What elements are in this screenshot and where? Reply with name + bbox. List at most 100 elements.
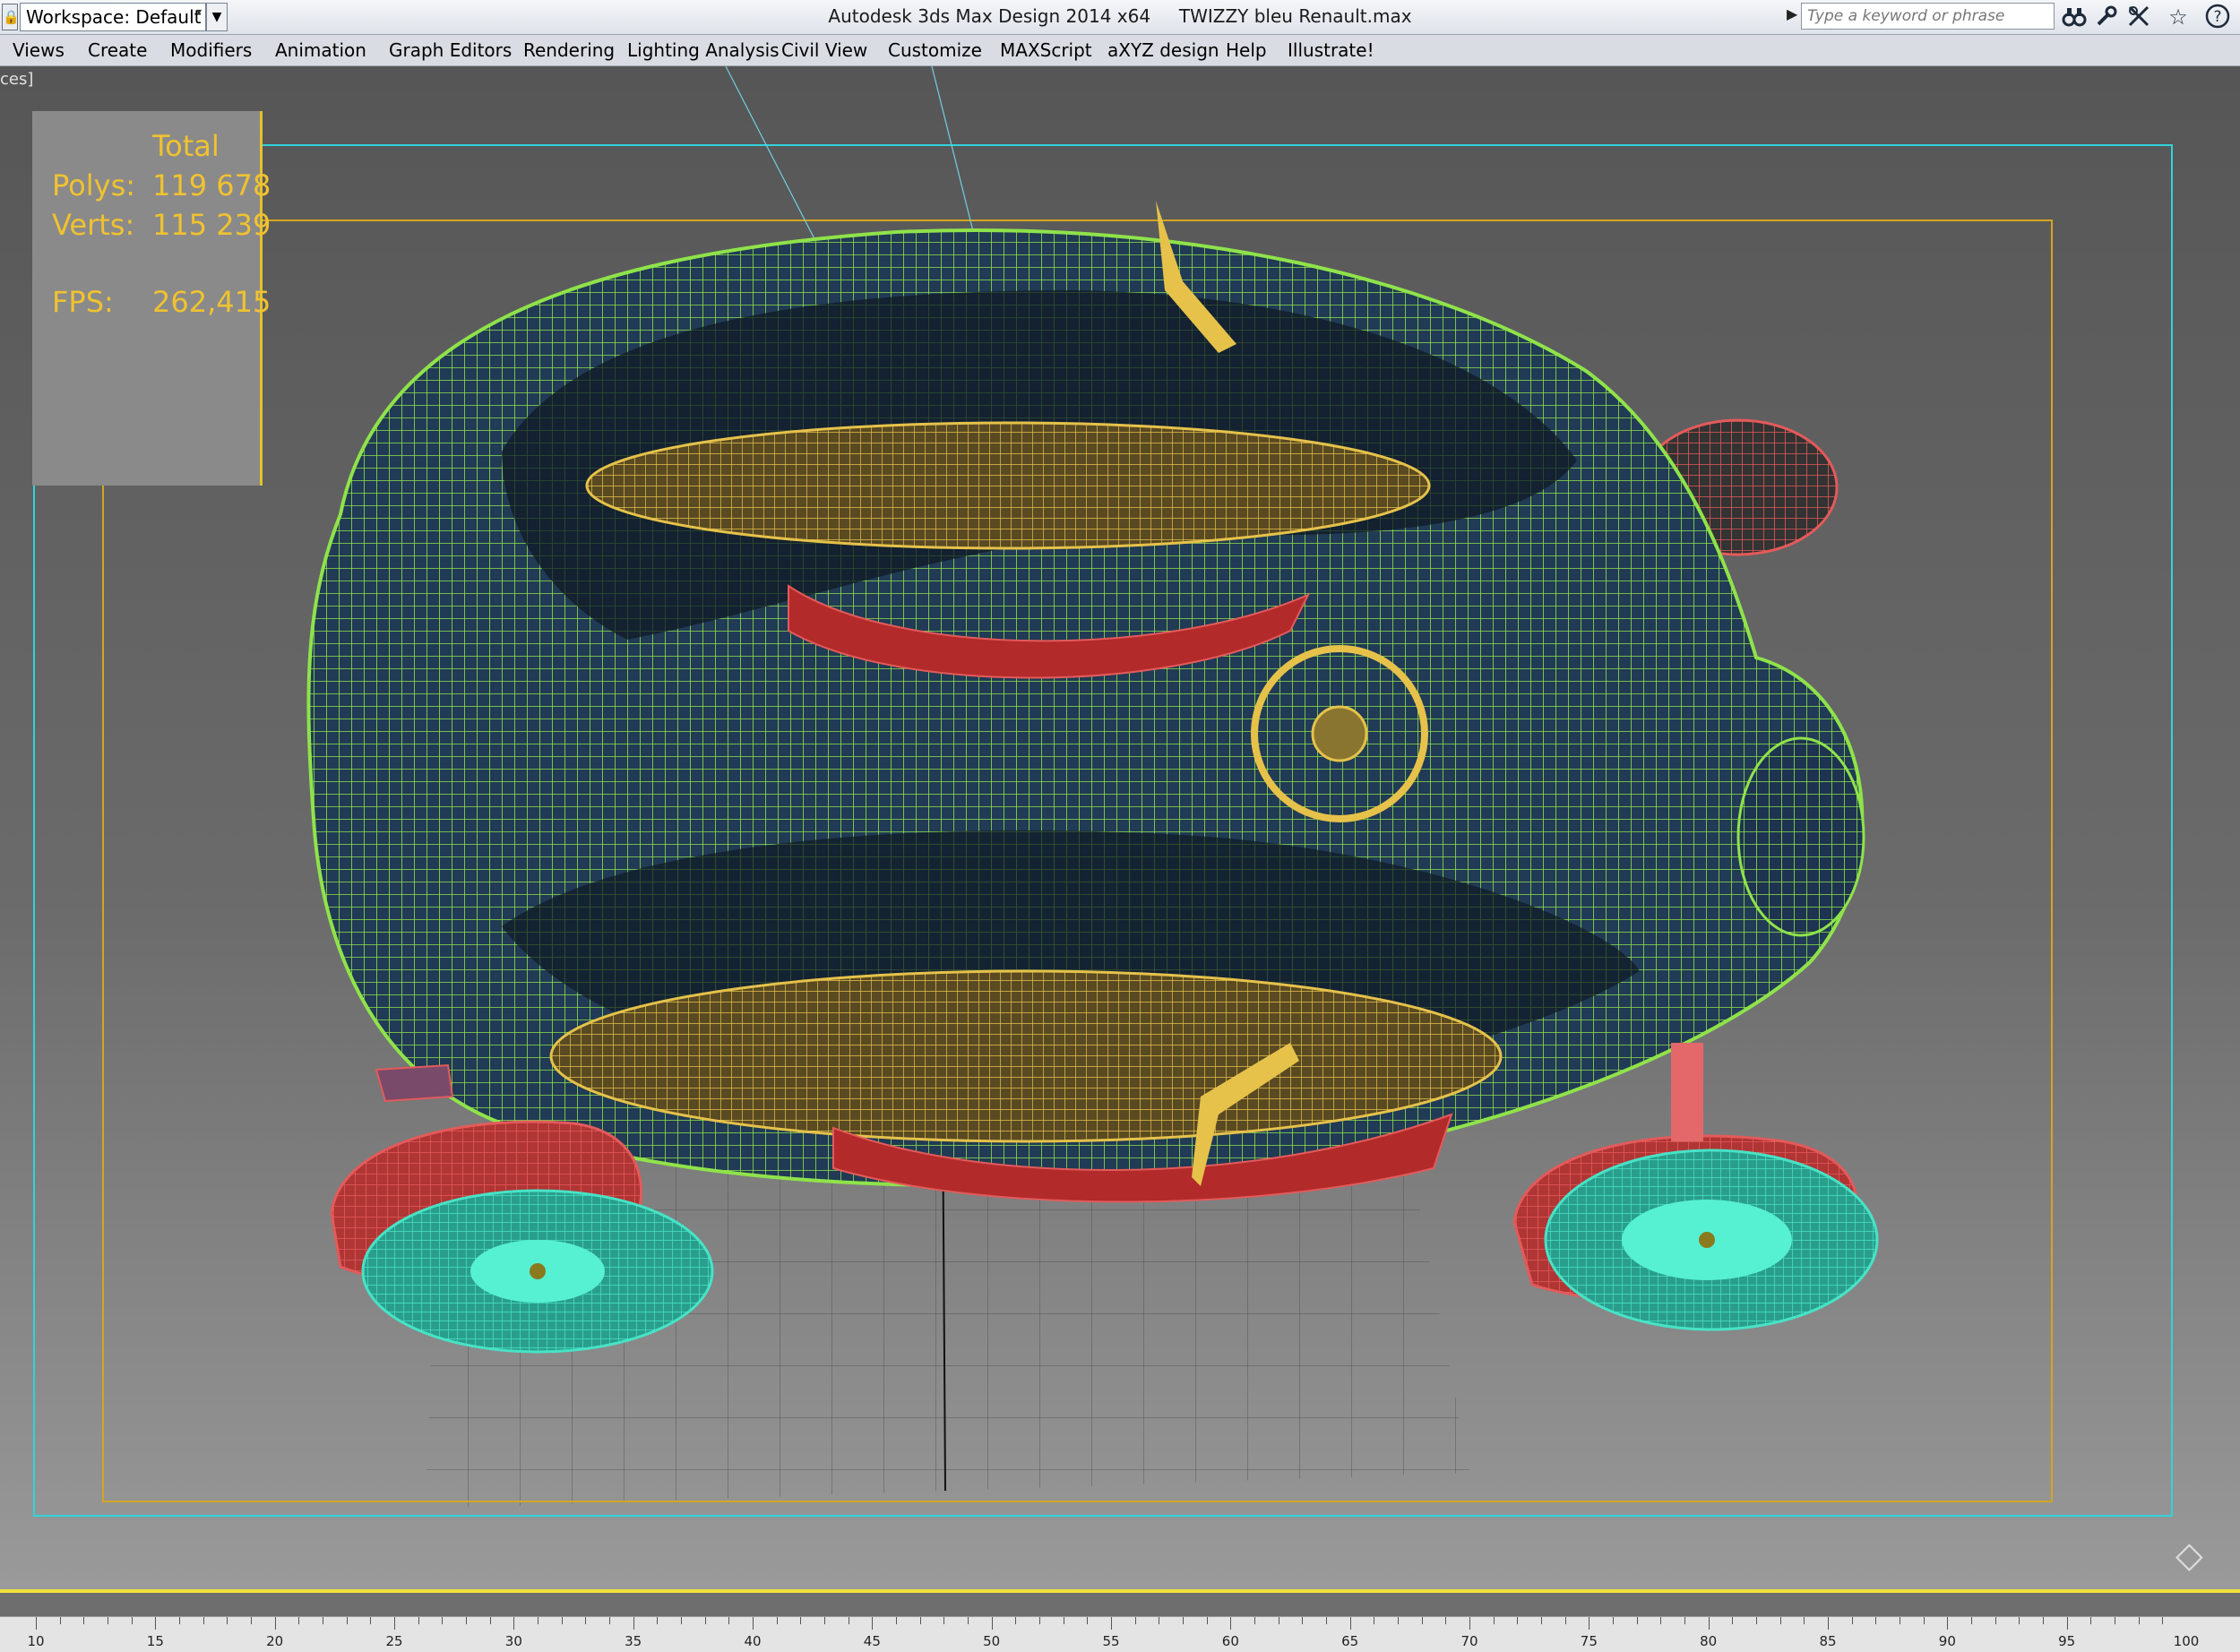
frame-tick-label: 55: [1102, 1633, 1120, 1649]
menu-lighting-analysis[interactable]: Lighting Analysis: [627, 39, 780, 61]
frame-tick-mark: [1589, 1617, 1590, 1630]
frame-tick-label: 60: [1221, 1633, 1239, 1649]
frame-tick-label: 95: [2058, 1633, 2076, 1649]
menu-maxscript[interactable]: MAXScript: [1000, 39, 1092, 61]
frame-tick-mark: [442, 1617, 444, 1624]
menu-rendering[interactable]: Rendering: [523, 39, 615, 61]
frame-tick-mark: [1421, 1617, 1423, 1624]
frame-tick-mark: [466, 1617, 467, 1624]
frame-tick-mark: [59, 1617, 61, 1624]
menu-civil-view[interactable]: Civil View: [781, 39, 867, 61]
frame-tick-mark: [776, 1617, 778, 1624]
frame-tick-label: 65: [1341, 1633, 1359, 1649]
frame-tick-mark: [1541, 1617, 1542, 1624]
frame-tick-mark: [2043, 1617, 2044, 1624]
frame-tick-mark: [131, 1617, 133, 1624]
perspective-viewport[interactable]: ces] Total Polys: 119 678 Verts: 115 239…: [0, 66, 2240, 1589]
frame-tick-mark: [1971, 1617, 1972, 1624]
frame-tick-label: 20: [266, 1633, 284, 1649]
frame-tick-mark: [1039, 1617, 1040, 1624]
suspension-strut: [1671, 1043, 1703, 1141]
frame-tick-label: 15: [146, 1633, 164, 1649]
frame-tick-mark: [681, 1617, 682, 1624]
frame-tick-label: 75: [1580, 1633, 1598, 1649]
frame-tick-mark: [872, 1617, 874, 1630]
frame-tick-mark: [991, 1617, 993, 1630]
frame-tick-label: 85: [1819, 1633, 1837, 1649]
help-icon[interactable]: ?: [2204, 4, 2231, 30]
frame-tick-mark: [1732, 1617, 1734, 1624]
frame-tick-mark: [418, 1617, 419, 1624]
title-bar: 🔒 Workspace: Default ▾ ▼ Autodesk 3ds Ma…: [0, 0, 2240, 35]
frame-tick-mark: [1923, 1617, 1925, 1624]
menu-axyz-design[interactable]: aXYZ design: [1107, 39, 1219, 61]
menu-animation[interactable]: Animation: [275, 39, 366, 61]
viewcube-icon[interactable]: ◇: [2175, 1535, 2203, 1576]
frame-tick-mark: [2090, 1617, 2092, 1624]
search-expand-icon[interactable]: ▶: [1787, 5, 1797, 22]
frame-tick-mark: [1947, 1617, 1949, 1630]
binoculars-icon[interactable]: [2061, 4, 2088, 30]
frame-tick-mark: [1469, 1617, 1470, 1630]
rear-lamp: [375, 1063, 454, 1103]
frame-tick-mark: [824, 1617, 825, 1624]
frame-tick-mark: [179, 1617, 180, 1624]
frame-tick-mark: [1875, 1617, 1877, 1624]
search-tools-icon[interactable]: [2125, 4, 2152, 30]
menu-modifiers[interactable]: Modifiers: [170, 39, 252, 61]
menu-help[interactable]: Help: [1226, 39, 1267, 61]
frame-tick-mark: [298, 1617, 300, 1624]
frame-tick-mark: [609, 1617, 610, 1624]
frame-tick-mark: [919, 1617, 921, 1624]
frame-tick-mark: [1183, 1617, 1184, 1624]
frame-tick-mark: [753, 1617, 754, 1630]
search-input[interactable]: [1801, 3, 2055, 30]
fps-label: FPS:: [52, 285, 114, 319]
polys-value: 119 678: [152, 168, 271, 202]
frame-tick-label: 80: [1700, 1633, 1718, 1649]
frame-tick-mark: [2162, 1617, 2164, 1624]
frame-tick-label: 90: [1938, 1633, 1956, 1649]
viewport-label[interactable]: ces]: [0, 70, 33, 89]
time-slider[interactable]: [0, 1593, 2240, 1616]
frame-tick-mark: [1708, 1617, 1710, 1630]
frame-tick-label: 100: [2173, 1633, 2200, 1649]
frame-tick-mark: [943, 1617, 945, 1624]
frame-tick-mark: [274, 1617, 276, 1630]
frame-tick-mark: [1254, 1617, 1255, 1624]
frame-tick-mark: [1564, 1617, 1566, 1624]
menu-graph-editors[interactable]: Graph Editors: [389, 39, 512, 61]
frame-tick-mark: [561, 1617, 563, 1624]
frame-tick-mark: [1636, 1617, 1638, 1624]
menu-bar: Views Create Modifiers Animation Graph E…: [0, 35, 2240, 66]
frame-tick-mark: [1398, 1617, 1399, 1624]
frame-tick-label: 25: [385, 1633, 403, 1649]
statistics-panel: Total Polys: 119 678 Verts: 115 239 FPS:…: [32, 111, 271, 486]
frame-tick-mark: [394, 1617, 395, 1630]
frame-tick-mark: [1326, 1617, 1327, 1624]
frame-tick-mark: [1994, 1617, 1996, 1624]
frame-tick-mark: [1134, 1617, 1136, 1624]
frame-tick-mark: [1517, 1617, 1519, 1624]
svg-text:?: ?: [2213, 8, 2221, 26]
frame-tick-label: 35: [625, 1633, 642, 1649]
frame-tick-mark: [1230, 1617, 1232, 1630]
track-bar-ruler[interactable]: 10 15 20 25 30 35 40 45 50 55 60 65 70 75 80 85 90 95 100: [0, 1616, 2240, 1652]
frame-tick-mark: [370, 1617, 372, 1624]
frame-tick-mark: [1660, 1617, 1662, 1624]
viewport-scene: [33, 66, 2173, 1517]
menu-create[interactable]: Create: [88, 39, 147, 61]
frame-tick-mark: [585, 1617, 587, 1624]
menu-customize[interactable]: Customize: [888, 39, 982, 61]
wrench-icon[interactable]: [2093, 4, 2120, 30]
star-icon[interactable]: ☆: [2165, 4, 2192, 30]
frame-tick-mark: [1828, 1617, 1829, 1630]
menu-views[interactable]: Views: [13, 39, 65, 61]
frame-tick-mark: [968, 1617, 969, 1624]
frame-tick-mark: [1804, 1617, 1805, 1624]
frame-tick-label: 70: [1460, 1633, 1478, 1649]
frame-tick-mark: [800, 1617, 802, 1624]
frame-tick-mark: [1087, 1617, 1089, 1624]
frame-tick-mark: [1756, 1617, 1757, 1624]
menu-illustrate[interactable]: Illustrate!: [1288, 39, 1374, 61]
